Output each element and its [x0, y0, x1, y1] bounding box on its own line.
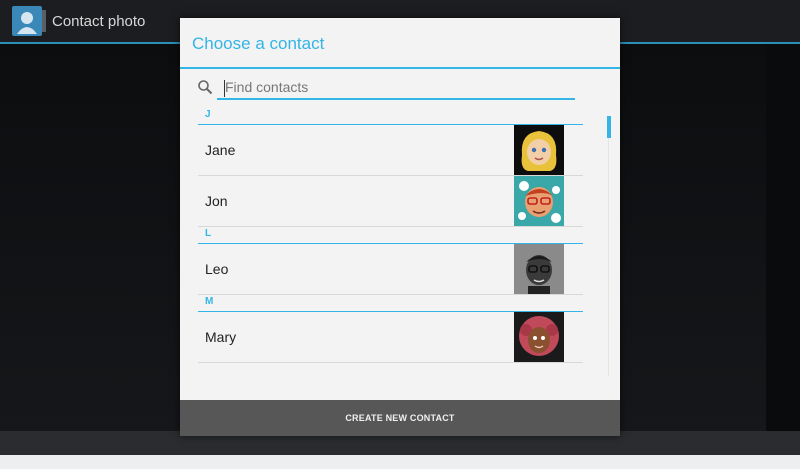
contact-row-jon[interactable]: Jon [198, 176, 583, 227]
contact-list[interactable]: J Jane Jon L Leo M Mary [198, 108, 583, 398]
scrollbar-track [608, 116, 609, 376]
text-cursor [224, 80, 225, 97]
dialog-title: Choose a contact [192, 34, 325, 53]
app-title: Contact photo [52, 13, 146, 30]
avatar [514, 125, 564, 175]
side-panel [766, 44, 800, 431]
contact-row-leo[interactable]: Leo [198, 244, 583, 295]
avatar [514, 244, 564, 294]
contact-row-jane[interactable]: Jane [198, 125, 583, 176]
search-icon [198, 80, 213, 95]
system-bar [0, 455, 800, 469]
contact-row-mary[interactable]: Mary [198, 312, 583, 363]
section-header-m: M [198, 295, 583, 312]
avatar [514, 176, 564, 226]
create-new-contact-button[interactable]: CREATE NEW CONTACT [180, 400, 620, 436]
avatar [514, 312, 564, 362]
scrollbar-thumb[interactable] [607, 116, 611, 138]
dialog-title-divider [180, 67, 620, 69]
search-input[interactable] [217, 76, 575, 100]
contact-card-icon[interactable] [12, 6, 46, 36]
section-header-j: J [198, 108, 583, 125]
section-header-l: L [198, 227, 583, 244]
choose-contact-dialog: Choose a contact J Jane Jon [180, 18, 620, 436]
